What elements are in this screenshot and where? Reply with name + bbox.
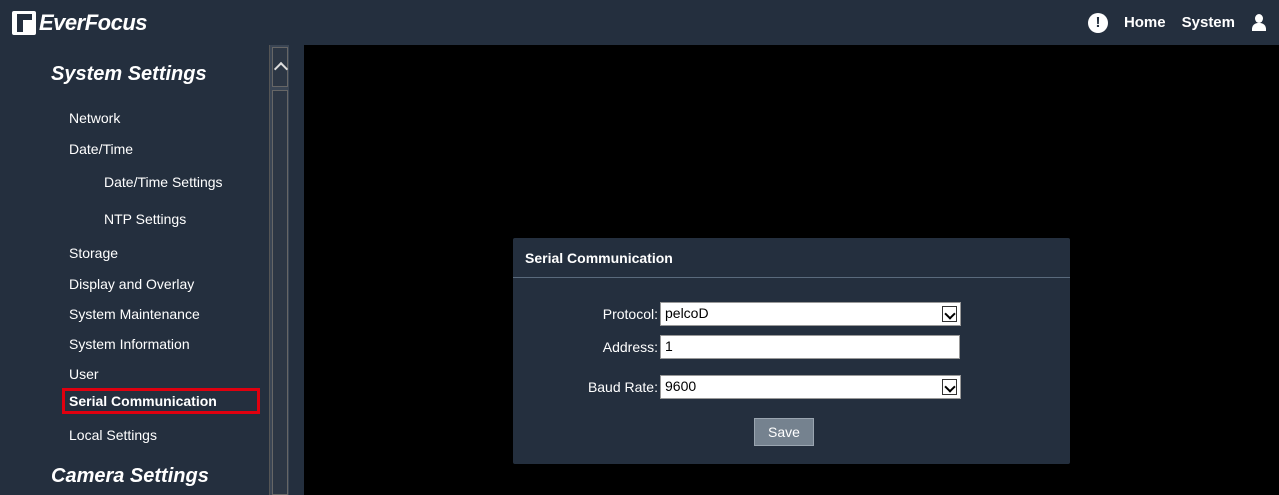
chevron-down-icon[interactable] bbox=[942, 306, 957, 322]
baud-rate-label: Baud Rate: bbox=[587, 379, 658, 395]
top-bar: EverFocus ! Home System bbox=[0, 0, 1279, 45]
scroll-up-icon[interactable] bbox=[272, 47, 288, 87]
nav-system[interactable]: System bbox=[1182, 14, 1235, 31]
sidebar-item-display-overlay[interactable]: Display and Overlay bbox=[69, 276, 194, 292]
baud-rate-value: 9600 bbox=[665, 378, 697, 394]
address-value: 1 bbox=[665, 338, 673, 354]
camera-settings-title[interactable]: Camera Settings bbox=[51, 465, 209, 488]
user-icon[interactable] bbox=[1251, 13, 1267, 32]
system-settings-title[interactable]: System Settings bbox=[51, 63, 207, 86]
sidebar-item-datetime-settings[interactable]: Date/Time Settings bbox=[104, 174, 223, 190]
baud-rate-row: Baud Rate: 9600 bbox=[513, 375, 1070, 399]
top-nav: ! Home System bbox=[1087, 0, 1267, 45]
sidebar-edge bbox=[289, 45, 304, 495]
address-input[interactable]: 1 bbox=[660, 335, 960, 359]
scroll-track[interactable] bbox=[272, 90, 288, 495]
alert-icon[interactable]: ! bbox=[1087, 12, 1108, 33]
sidebar-item-datetime[interactable]: Date/Time bbox=[69, 141, 133, 157]
sidebar-item-network[interactable]: Network bbox=[69, 110, 120, 126]
nav-home[interactable]: Home bbox=[1124, 14, 1166, 31]
address-label: Address: bbox=[602, 339, 658, 355]
logo-text: EverFocus bbox=[39, 10, 148, 35]
sidebar-item-user[interactable]: User bbox=[69, 366, 99, 382]
sidebar-item-storage[interactable]: Storage bbox=[69, 245, 118, 261]
sidebar-item-system-information[interactable]: System Information bbox=[69, 336, 190, 352]
baud-rate-select[interactable]: 9600 bbox=[660, 375, 961, 399]
protocol-label: Protocol: bbox=[602, 306, 658, 322]
everfocus-logo[interactable]: EverFocus bbox=[12, 9, 148, 37]
sidebar-item-ntp-settings[interactable]: NTP Settings bbox=[104, 211, 186, 227]
panel-title: Serial Communication bbox=[513, 238, 1070, 278]
serial-communication-panel: Serial Communication Protocol: pelcoD Ad… bbox=[513, 238, 1070, 464]
sidebar-item-system-maintenance[interactable]: System Maintenance bbox=[69, 306, 200, 322]
protocol-select[interactable]: pelcoD bbox=[660, 302, 961, 326]
protocol-value: pelcoD bbox=[665, 305, 709, 321]
protocol-row: Protocol: pelcoD bbox=[513, 302, 1070, 326]
save-button[interactable]: Save bbox=[754, 418, 814, 446]
sidebar-item-serial-communication[interactable]: Serial Communication bbox=[62, 388, 260, 414]
logo-icon bbox=[12, 11, 36, 35]
sidebar-scrollbar[interactable] bbox=[269, 45, 289, 495]
sidebar-item-local-settings[interactable]: Local Settings bbox=[69, 427, 157, 443]
chevron-down-icon[interactable] bbox=[942, 379, 957, 395]
address-row: Address: 1 bbox=[513, 335, 1070, 359]
sidebar: System Settings Network Date/Time Date/T… bbox=[0, 45, 269, 495]
